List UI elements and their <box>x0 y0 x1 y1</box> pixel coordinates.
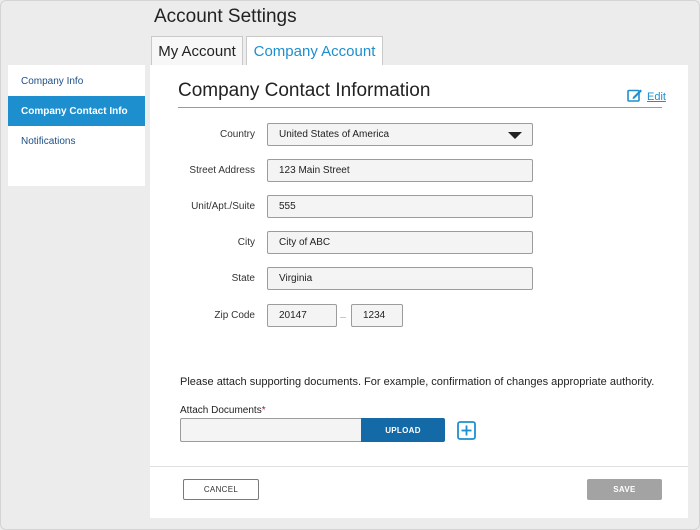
main-panel: Company Contact Information Edit Country… <box>150 65 688 518</box>
unit-field[interactable]: 555 <box>267 195 533 218</box>
chevron-down-icon <box>508 132 522 139</box>
zip-extension-value: 1234 <box>363 310 386 321</box>
attach-documents-label: Attach Documents* <box>180 405 266 416</box>
country-label: Country <box>219 129 255 140</box>
sidebar: Company Info Company Contact Info Notifi… <box>8 65 145 186</box>
plus-square-icon[interactable] <box>457 421 476 440</box>
zip-code-label: Zip Code <box>214 310 255 321</box>
edit-icon <box>627 88 643 107</box>
state-label: State <box>231 273 255 284</box>
page-title: Account Settings <box>154 6 297 27</box>
section-title: Company Contact Information <box>178 80 431 101</box>
city-field[interactable]: City of ABC <box>267 231 533 254</box>
cancel-button[interactable]: CANCEL <box>183 479 259 500</box>
tab-company-account[interactable]: Company Account <box>246 36 383 65</box>
sidebar-item-company-info[interactable]: Company Info <box>8 66 145 96</box>
footer-divider <box>150 466 688 467</box>
country-value: United States of America <box>279 129 390 140</box>
country-select[interactable]: United States of America <box>267 123 533 146</box>
attach-label-text: Attach Documents <box>180 405 262 416</box>
city-value: City of ABC <box>279 237 331 248</box>
edit-label: Edit <box>647 91 666 103</box>
unit-label: Unit/Apt./Suite <box>191 201 255 212</box>
sidebar-item-notifications[interactable]: Notifications <box>8 126 145 156</box>
street-address-label: Street Address <box>189 165 255 176</box>
attach-note: Please attach supporting documents. For … <box>180 376 655 388</box>
unit-value: 555 <box>279 201 296 212</box>
zip-separator <box>340 317 346 318</box>
street-address-value: 123 Main Street <box>279 165 350 176</box>
required-marker: * <box>261 405 266 416</box>
file-path-input[interactable] <box>180 418 362 442</box>
state-value: Virginia <box>279 273 313 284</box>
tab-my-account[interactable]: My Account <box>151 36 243 65</box>
save-button[interactable]: SAVE <box>587 479 662 500</box>
zip-code-value: 20147 <box>279 310 307 321</box>
sidebar-item-company-contact-info[interactable]: Company Contact Info <box>8 96 145 126</box>
street-address-field[interactable]: 123 Main Street <box>267 159 533 182</box>
edit-link[interactable]: Edit <box>627 89 666 105</box>
zip-extension-field[interactable]: 1234 <box>351 304 403 327</box>
title-divider <box>178 107 662 108</box>
state-field[interactable]: Virginia <box>267 267 533 290</box>
upload-button[interactable]: UPLOAD <box>361 418 445 442</box>
city-label: City <box>237 237 255 248</box>
zip-code-field[interactable]: 20147 <box>267 304 337 327</box>
